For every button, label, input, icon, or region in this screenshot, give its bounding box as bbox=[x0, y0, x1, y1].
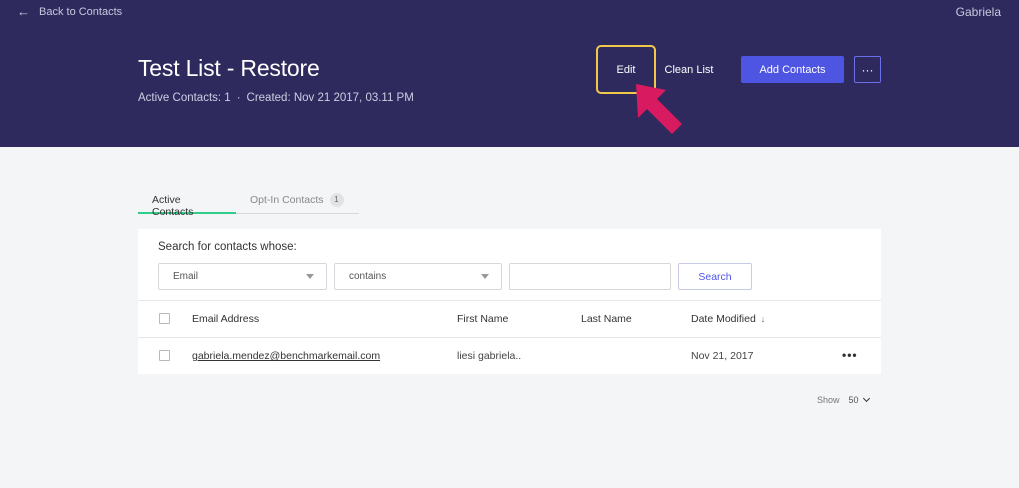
back-link-label: Back to Contacts bbox=[39, 5, 123, 18]
back-to-contacts-link[interactable]: ← Back to Contacts bbox=[17, 5, 122, 18]
created-date: Created: Nov 21 2017, 03.11 PM bbox=[246, 92, 414, 104]
column-date-modified-header[interactable]: Date Modified ↓ bbox=[691, 313, 765, 325]
tab-optin-contacts-label: Opt-In Contacts bbox=[250, 194, 324, 206]
pointer-arrow-icon bbox=[636, 84, 682, 134]
column-email-header[interactable]: Email Address bbox=[192, 313, 259, 325]
select-all-checkbox[interactable] bbox=[159, 313, 170, 324]
arrow-left-icon: ← bbox=[17, 4, 30, 19]
chevron-down-icon bbox=[862, 394, 870, 403]
search-button[interactable]: Search bbox=[678, 263, 752, 290]
active-contacts-count: Active Contacts: 1 bbox=[138, 92, 231, 104]
list-meta: Active Contacts: 1 · Created: Nov 21 201… bbox=[138, 92, 414, 104]
search-field-value: Email bbox=[173, 271, 199, 282]
search-input[interactable] bbox=[509, 263, 671, 290]
tab-optin-contacts[interactable]: Opt-In Contacts 1 bbox=[236, 188, 358, 214]
search-field-select[interactable]: Email bbox=[158, 263, 327, 290]
contact-email-link[interactable]: gabriela.mendez@benchmarkemail.com bbox=[192, 350, 380, 362]
meta-separator: · bbox=[236, 92, 241, 104]
search-operator-select[interactable]: contains bbox=[334, 263, 502, 290]
contact-first-name: liesi gabriela.. bbox=[457, 350, 522, 362]
more-options-button[interactable]: ··· bbox=[854, 56, 881, 83]
contacts-tabs: Active Contacts Opt-In Contacts 1 bbox=[138, 188, 359, 218]
table-row: gabriela.mendez@benchmarkemail.com liesi… bbox=[138, 337, 881, 374]
sort-down-icon: ↓ bbox=[760, 314, 766, 324]
add-contacts-button[interactable]: Add Contacts bbox=[741, 56, 844, 83]
caret-down-icon bbox=[481, 274, 489, 279]
page-size-value: 50 bbox=[848, 395, 859, 405]
clean-list-button[interactable]: Clean List bbox=[660, 58, 718, 82]
search-operator-value: contains bbox=[349, 271, 387, 282]
row-actions-icon[interactable]: ••• bbox=[842, 348, 858, 362]
column-date-modified-label: Date Modified bbox=[691, 313, 756, 325]
list-header: ← Back to Contacts Gabriela Test List - … bbox=[0, 0, 1019, 147]
page-title: Test List - Restore bbox=[138, 55, 320, 81]
table-header-row: Email Address First Name Last Name Date … bbox=[138, 300, 881, 337]
tab-active-contacts[interactable]: Active Contacts bbox=[138, 188, 236, 218]
caret-down-icon bbox=[306, 274, 314, 279]
contact-date-modified: Nov 21, 2017 bbox=[691, 350, 754, 362]
search-label: Search for contacts whose: bbox=[158, 241, 297, 253]
show-label: Show bbox=[817, 395, 840, 405]
row-checkbox[interactable] bbox=[159, 350, 170, 361]
column-first-name-header[interactable]: First Name bbox=[457, 313, 508, 325]
contacts-panel: Search for contacts whose: Email contain… bbox=[138, 229, 881, 374]
pagination-size: Show 50 bbox=[817, 394, 870, 405]
page-size-select[interactable]: 50 bbox=[848, 394, 870, 405]
user-menu[interactable]: Gabriela bbox=[956, 5, 1001, 19]
column-last-name-header[interactable]: Last Name bbox=[581, 313, 632, 325]
tab-active-contacts-label: Active Contacts bbox=[152, 194, 194, 218]
optin-count-badge: 1 bbox=[329, 193, 344, 207]
